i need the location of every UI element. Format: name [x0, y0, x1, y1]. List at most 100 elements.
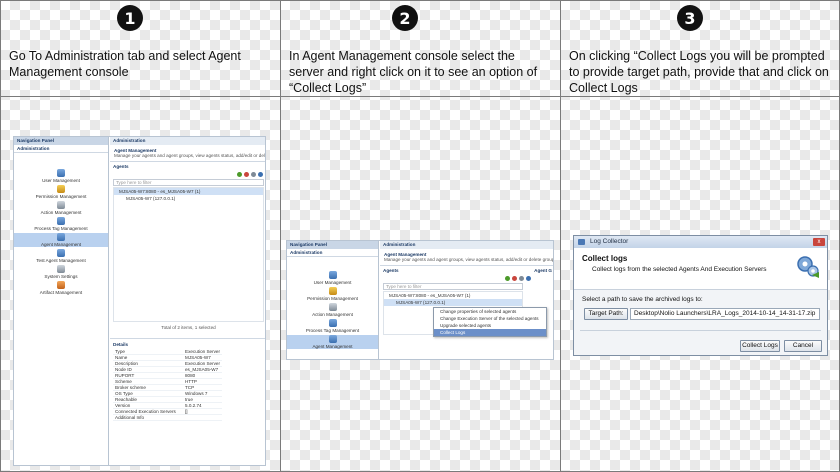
menu-item-change-execution-server[interactable]: Change Execution Server of the selected … — [434, 315, 546, 322]
step-3-badge: 3 — [677, 5, 703, 31]
target-path-field[interactable]: Desktop\Nolio Launchers\LRA_Logs_2014-10… — [630, 308, 820, 320]
dialog-heading: Collect logs — [582, 254, 628, 263]
dialog-title: Log Collector — [590, 238, 629, 245]
close-button[interactable]: x — [813, 238, 825, 246]
lock-icon — [57, 185, 65, 193]
settings-icon — [57, 265, 65, 273]
step-1-caption: Go To Administration tab and select Agen… — [9, 49, 241, 79]
log-collector-dialog: Log Collector x Collect logs Collect log… — [573, 235, 828, 356]
artifact-icon — [57, 281, 65, 289]
agents-filter-input[interactable]: Type here to filter — [383, 283, 523, 290]
agents-filter-input[interactable]: Type here to filter — [113, 179, 264, 186]
dialog-divider — [580, 330, 821, 331]
grid-header-divider — [0, 96, 840, 97]
delete-icon[interactable] — [244, 172, 249, 177]
agents-label: Agents — [383, 268, 399, 273]
detail-key: Connected Execution Servers — [113, 408, 183, 415]
menu-item-change-properties[interactable]: Change properties of selected agents — [434, 308, 546, 315]
detail-value: Execution Server — [183, 349, 222, 355]
delete-icon[interactable] — [512, 276, 517, 281]
nav-item-agent-management[interactable]: Agent Management — [287, 335, 378, 349]
nav-item-process-tag-management[interactable]: Process Tag Management — [14, 217, 108, 231]
tree-row-agent[interactable]: MJSA05-W7 (127.0.0.1) — [384, 299, 522, 306]
nav-item-artifact-management[interactable]: Artifact Management — [14, 281, 108, 295]
add-icon[interactable] — [237, 172, 242, 177]
app-icon — [578, 239, 585, 245]
target-path-button[interactable]: Target Path: — [584, 308, 628, 320]
step-3-caption: On clicking “Collect Logs you will be pr… — [569, 49, 829, 95]
grid-top-border — [0, 0, 840, 1]
action-icon — [328, 303, 337, 311]
nav-item-permission-management[interactable]: Permission Management — [287, 287, 378, 301]
dialog-banner: Collect logs Collect logs from the selec… — [574, 248, 827, 290]
add-icon[interactable] — [505, 276, 510, 281]
action-icon — [57, 201, 65, 209]
nav-item-action-management[interactable]: Action Management — [14, 201, 108, 215]
agent-context-menu: Change properties of selected agents Cha… — [433, 307, 547, 337]
nav-item-user-management[interactable]: User Management — [14, 169, 108, 183]
main-panel: Administration Agent Management Manage y… — [110, 137, 266, 465]
step-2-badge: 2 — [392, 5, 418, 31]
agents-toolbar — [380, 275, 553, 282]
dialog-subheading: Collect logs from the selected Agents An… — [592, 266, 767, 273]
nav-panel-header: Navigation Panel — [287, 241, 378, 249]
dialog-prompt: Select a path to save the archived logs … — [582, 296, 703, 303]
step-1-screenshot: Navigation Panel Administration User Man… — [13, 136, 266, 466]
grid-column-divider-2 — [560, 0, 561, 472]
nav-item-user-management[interactable]: User Management — [287, 271, 378, 285]
gears-icon — [797, 256, 819, 278]
nav-panel-header: Navigation Panel — [14, 137, 108, 145]
test-agent-icon — [57, 249, 65, 257]
tree-row-agent[interactable]: MJSA05-W7 (127.0.0.1) — [114, 195, 263, 202]
grid-column-divider-1 — [280, 0, 281, 472]
menu-item-collect-logs[interactable]: Collect Logs — [434, 329, 546, 336]
tag-icon — [57, 217, 65, 225]
main-panel-header: Administration — [110, 137, 265, 145]
users-icon — [57, 169, 65, 177]
agent-icon — [328, 335, 337, 343]
navigation-panel: Navigation Panel Administration User Man… — [287, 241, 379, 359]
agents-tree: MJSA05-W7:8080 - es_MJSA05-W7 (1) MJSA05… — [113, 187, 264, 322]
tree-row-server[interactable]: MJSA05-W7:8080 - es_MJSA05-W7 (1) — [114, 188, 263, 195]
nav-section-title: Administration — [14, 145, 108, 153]
details-table: Type Execution Server Name MJSA05-W7 Descrip… — [113, 349, 222, 421]
agent-icon — [57, 233, 65, 241]
nav-item-process-tag-management[interactable]: Process Tag Management — [287, 319, 378, 333]
nav-item-permission-management[interactable]: Permission Management — [14, 185, 108, 199]
detail-value — [183, 414, 222, 421]
edit-icon[interactable] — [251, 172, 256, 177]
tree-row-server[interactable]: MJSA05-W7:8080 - es_MJSA05-W7 (1) — [384, 292, 522, 299]
refresh-icon[interactable] — [258, 172, 263, 177]
step-1-badge: 1 — [117, 5, 143, 31]
tag-icon — [328, 319, 337, 327]
navigation-panel: Navigation Panel Administration User Man… — [14, 137, 109, 465]
detail-value: es_MJSA05-W7 — [183, 366, 222, 373]
cancel-button[interactable]: Cancel — [784, 340, 822, 352]
nav-item-system-settings[interactable]: System Settings — [14, 265, 108, 279]
table-row: Additional Info — [113, 414, 222, 421]
detail-value: Execution Server — [183, 360, 222, 367]
console-description: Manage your agents and agent groups, vie… — [114, 153, 266, 158]
lock-icon — [328, 287, 337, 295]
nav-item-test-agent-management[interactable]: Test Agent Management — [14, 249, 108, 263]
agents-toolbar — [110, 171, 265, 178]
step-2-caption: In Agent Management console select the s… — [289, 49, 538, 95]
nav-item-action-management[interactable]: Action Management — [287, 303, 378, 317]
nav-section-title: Administration — [287, 249, 378, 257]
agents-count: Total of 2 items, 1 selected — [161, 325, 216, 330]
main-panel-header: Administration — [380, 241, 553, 249]
agent-groups-label: Agent G — [534, 268, 552, 273]
edit-icon[interactable] — [519, 276, 524, 281]
menu-item-upgrade-agents[interactable]: Upgrade selected agents — [434, 322, 546, 329]
grid-left-border — [0, 0, 1, 472]
details-label: Details — [110, 338, 265, 348]
detail-key: Additional Info — [113, 414, 183, 421]
dialog-title-bar: Log Collector x — [574, 236, 827, 248]
refresh-icon[interactable] — [526, 276, 531, 281]
nav-item-agent-management[interactable]: Agent Management — [14, 233, 108, 247]
console-description: Manage your agents and agent groups, vie… — [384, 257, 554, 262]
collect-logs-button[interactable]: Collect Logs — [740, 340, 780, 352]
main-panel: Administration Agent Management Manage y… — [380, 241, 554, 359]
agents-label: Agents — [113, 164, 129, 169]
step-2-screenshot: Navigation Panel Administration User Man… — [286, 240, 554, 360]
